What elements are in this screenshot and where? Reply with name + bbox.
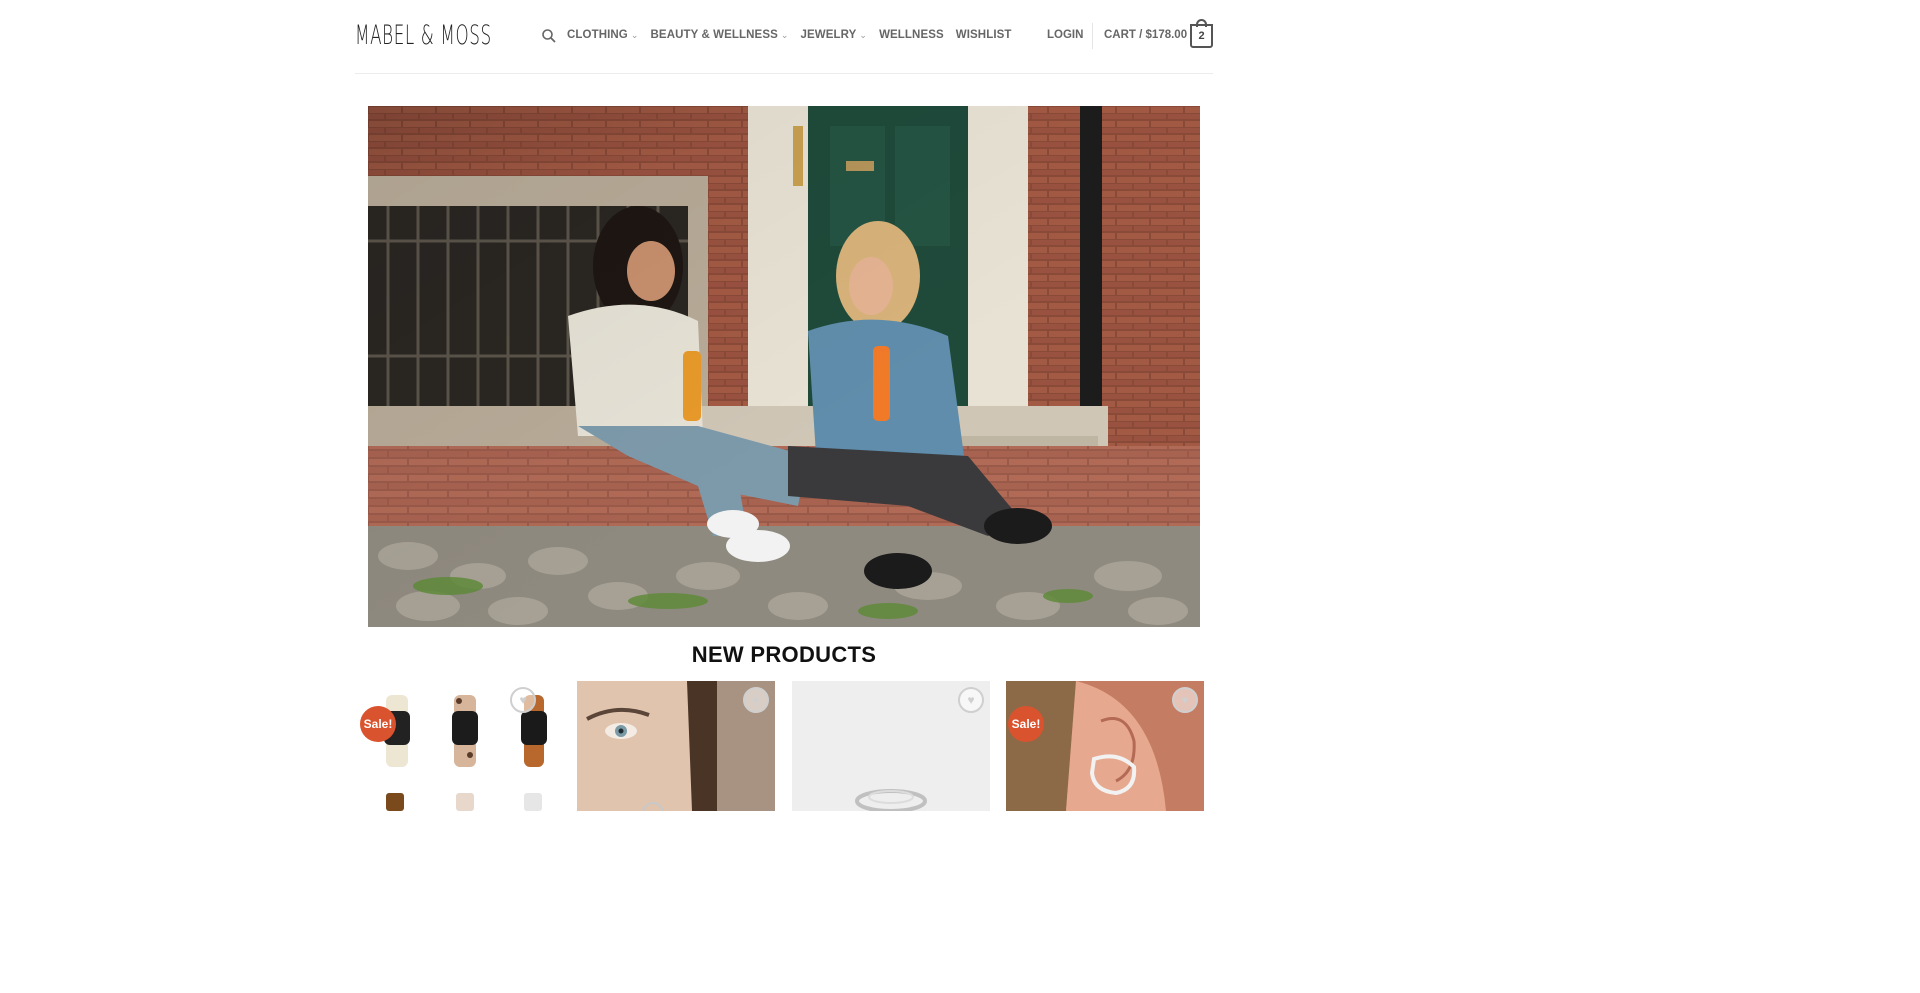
sale-badge: Sale!	[1008, 706, 1044, 742]
nav-item-wellness[interactable]: WELLNESS	[879, 29, 944, 41]
nav-item-label: CLOTHING	[567, 29, 628, 41]
search-icon[interactable]	[542, 29, 556, 43]
site-logo[interactable]: MABEL & MOSS	[355, 20, 492, 51]
nav-item-jewelry[interactable]: JEWELRY ⌄	[801, 29, 868, 41]
nav-item-label: JEWELRY	[800, 29, 857, 41]
nav-item-label: WELLNESS	[879, 29, 944, 41]
section-title-new-products: NEW PRODUCTS	[691, 642, 877, 667]
cart-link[interactable]: CART / $178.00	[1104, 29, 1187, 41]
product-card-earrings[interactable]: ♥	[577, 681, 775, 811]
chevron-down-icon: ⌄	[859, 29, 868, 40]
nav-item-beauty-wellness[interactable]: BEAUTY & WELLNESS ⌄	[651, 29, 789, 41]
heart-icon[interactable]: ♥	[510, 687, 536, 713]
hero-image	[368, 106, 1200, 627]
nav-item-label: WISHLIST	[955, 29, 1012, 41]
heart-icon[interactable]: ♥	[743, 687, 769, 713]
product-card-clear-earring[interactable]: Sale! ♥	[1006, 681, 1204, 811]
nav-item-wishlist[interactable]: WISHLIST	[956, 29, 1012, 41]
main-nav: CLOTHING ⌄ BEAUTY & WELLNESS ⌄ JEWELRY ⌄…	[567, 29, 1012, 41]
nav-item-label: BEAUTY & WELLNESS	[650, 29, 778, 41]
nav-item-clothing[interactable]: CLOTHING ⌄	[567, 29, 639, 41]
site-header: MABEL & MOSS CLOTHING ⌄ BEAUTY & WELLNES…	[355, 0, 1213, 74]
cart-count-badge[interactable]: 2	[1190, 19, 1213, 48]
heart-icon[interactable]: ♥	[1172, 687, 1198, 713]
hero-photo	[368, 106, 1200, 627]
login-link[interactable]: LOGIN	[1047, 29, 1083, 41]
heart-icon[interactable]: ♥	[958, 687, 984, 713]
header-divider	[1092, 23, 1093, 49]
chevron-down-icon: ⌄	[630, 29, 639, 40]
chevron-down-icon: ⌄	[780, 29, 789, 40]
product-card-watch-bands[interactable]: Sale! ♥	[358, 681, 556, 811]
product-card-ring[interactable]: ♥	[792, 681, 990, 811]
sale-badge: Sale!	[360, 706, 396, 742]
